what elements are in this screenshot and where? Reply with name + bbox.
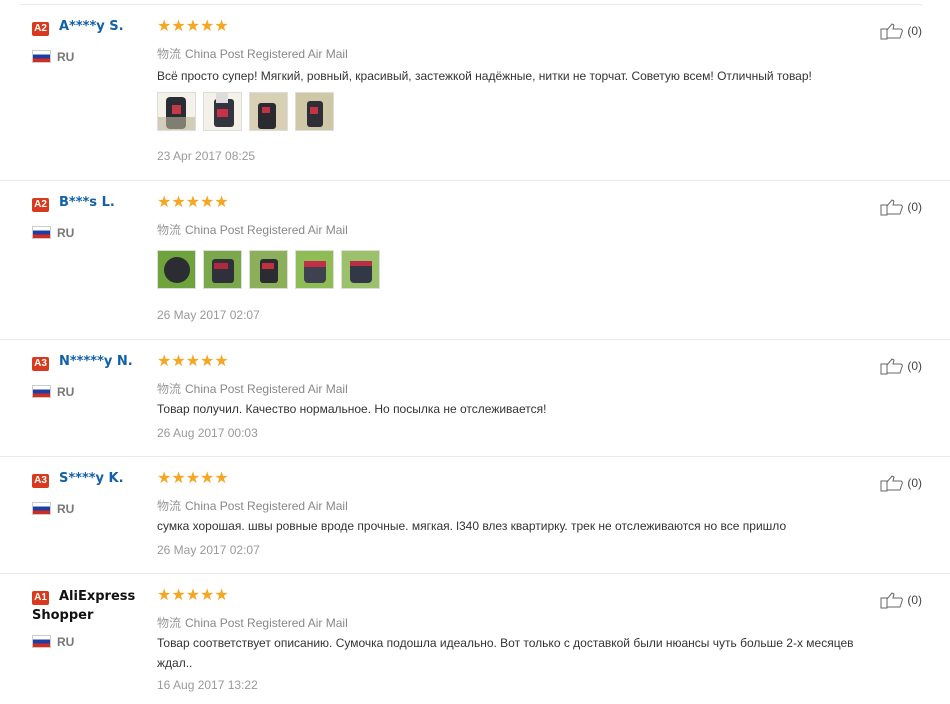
review-text: Товар получил. Качество нормальное. Но п…	[157, 402, 547, 416]
review-photo[interactable]	[341, 250, 380, 289]
review-item: A1 AliExpress Shopper RU ★★★★★ 物流 China P…	[0, 574, 950, 704]
logistics-label: 物流	[157, 47, 182, 61]
helpful-button[interactable]: (0)	[880, 198, 922, 216]
russia-flag-icon	[32, 50, 51, 64]
star-rating: ★★★★★	[157, 353, 229, 370]
buyer-level-badge: A3	[32, 357, 49, 371]
shipping-method: 物流 China Post Registered Air Mail	[157, 497, 348, 514]
helpful-button[interactable]: (0)	[880, 474, 922, 492]
star-rating: ★★★★★	[157, 18, 229, 35]
review-photo[interactable]	[295, 92, 334, 131]
country-code: RU	[57, 225, 75, 240]
country-code: RU	[57, 634, 75, 649]
reviewer-name[interactable]: B***s L.	[59, 195, 115, 210]
review-date: 16 Aug 2017 13:22	[157, 678, 258, 692]
helpful-button[interactable]: (0)	[880, 591, 922, 609]
review-photo[interactable]	[203, 92, 242, 131]
reviewer-country: RU	[32, 48, 75, 64]
review-date: 23 Apr 2017 08:25	[157, 149, 256, 163]
country-code: RU	[57, 49, 75, 64]
buyer-level-badge: A2	[32, 22, 49, 36]
review-item: A3 S****y K. RU ★★★★★ 物流 China Post Regis…	[0, 457, 950, 574]
star-rating: ★★★★★	[157, 194, 229, 211]
reviewer-name[interactable]: AliExpress Shopper	[32, 587, 147, 625]
russia-flag-icon	[32, 385, 51, 399]
shipping-method: 物流 China Post Registered Air Mail	[157, 221, 348, 238]
russia-flag-icon	[32, 635, 51, 649]
logistics-label: 物流	[157, 382, 182, 396]
review-item: A2 B***s L. RU ★★★★★ 物流 China Post Regist…	[0, 181, 950, 340]
review-item: A3 N*****y N. RU ★★★★★ 物流 China Post Regi…	[0, 340, 950, 457]
review-date: 26 May 2017 02:07	[157, 308, 260, 322]
country-code: RU	[57, 501, 75, 516]
shipping-name: China Post Registered Air Mail	[185, 47, 348, 61]
helpful-button[interactable]: (0)	[880, 22, 922, 40]
logistics-label: 物流	[157, 499, 182, 513]
thumbs-up-icon	[880, 358, 904, 375]
thumbs-up-icon	[880, 592, 904, 609]
review-date: 26 May 2017 02:07	[157, 543, 260, 557]
shipping-name: China Post Registered Air Mail	[185, 616, 348, 630]
star-rating: ★★★★★	[157, 587, 229, 604]
review-photo[interactable]	[157, 250, 196, 289]
thumbs-up-icon	[880, 475, 904, 492]
reviewer-name[interactable]: N*****y N.	[59, 354, 133, 369]
reviewer-country: RU	[32, 633, 75, 649]
buyer-level-badge: A3	[32, 474, 49, 488]
logistics-label: 物流	[157, 223, 182, 237]
star-rating: ★★★★★	[157, 470, 229, 487]
reviewer-country: RU	[32, 383, 75, 399]
review-text: Всё просто супер! Мягкий, ровный, красив…	[157, 69, 812, 83]
helpful-count: (0)	[907, 593, 922, 607]
russia-flag-icon	[32, 226, 51, 240]
helpful-count: (0)	[907, 24, 922, 38]
helpful-button[interactable]: (0)	[880, 357, 922, 375]
shipping-method: 物流 China Post Registered Air Mail	[157, 614, 348, 631]
helpful-count: (0)	[907, 476, 922, 490]
review-photos	[157, 92, 334, 131]
review-photo[interactable]	[249, 250, 288, 289]
review-photo[interactable]	[203, 250, 242, 289]
buyer-level-badge: A2	[32, 198, 49, 212]
review-photos	[157, 250, 380, 289]
review-text: Товар соответствует описанию. Сумочка по…	[157, 636, 854, 670]
logistics-label: 物流	[157, 616, 182, 630]
review-text: сумка хорошая. швы ровные вроде прочные.…	[157, 519, 787, 533]
reviewer-country: RU	[32, 224, 75, 240]
review-photo[interactable]	[295, 250, 334, 289]
thumbs-up-icon	[880, 199, 904, 216]
shipping-method: 物流 China Post Registered Air Mail	[157, 45, 348, 62]
russia-flag-icon	[32, 502, 51, 516]
country-code: RU	[57, 384, 75, 399]
shipping-name: China Post Registered Air Mail	[185, 499, 348, 513]
reviewer-name[interactable]: A****y S.	[59, 19, 124, 34]
shipping-name: China Post Registered Air Mail	[185, 382, 348, 396]
review-photo[interactable]	[157, 92, 196, 131]
reviewer-country: RU	[32, 500, 75, 516]
helpful-count: (0)	[907, 200, 922, 214]
thumbs-up-icon	[880, 23, 904, 40]
helpful-count: (0)	[907, 359, 922, 373]
reviewer-name[interactable]: S****y K.	[59, 471, 124, 486]
review-photo[interactable]	[249, 92, 288, 131]
shipping-name: China Post Registered Air Mail	[185, 223, 348, 237]
review-date: 26 Aug 2017 00:03	[157, 426, 258, 440]
shipping-method: 物流 China Post Registered Air Mail	[157, 380, 348, 397]
review-item: A2 A****y S. RU ★★★★★ 物流 China Post Regis…	[0, 5, 950, 181]
